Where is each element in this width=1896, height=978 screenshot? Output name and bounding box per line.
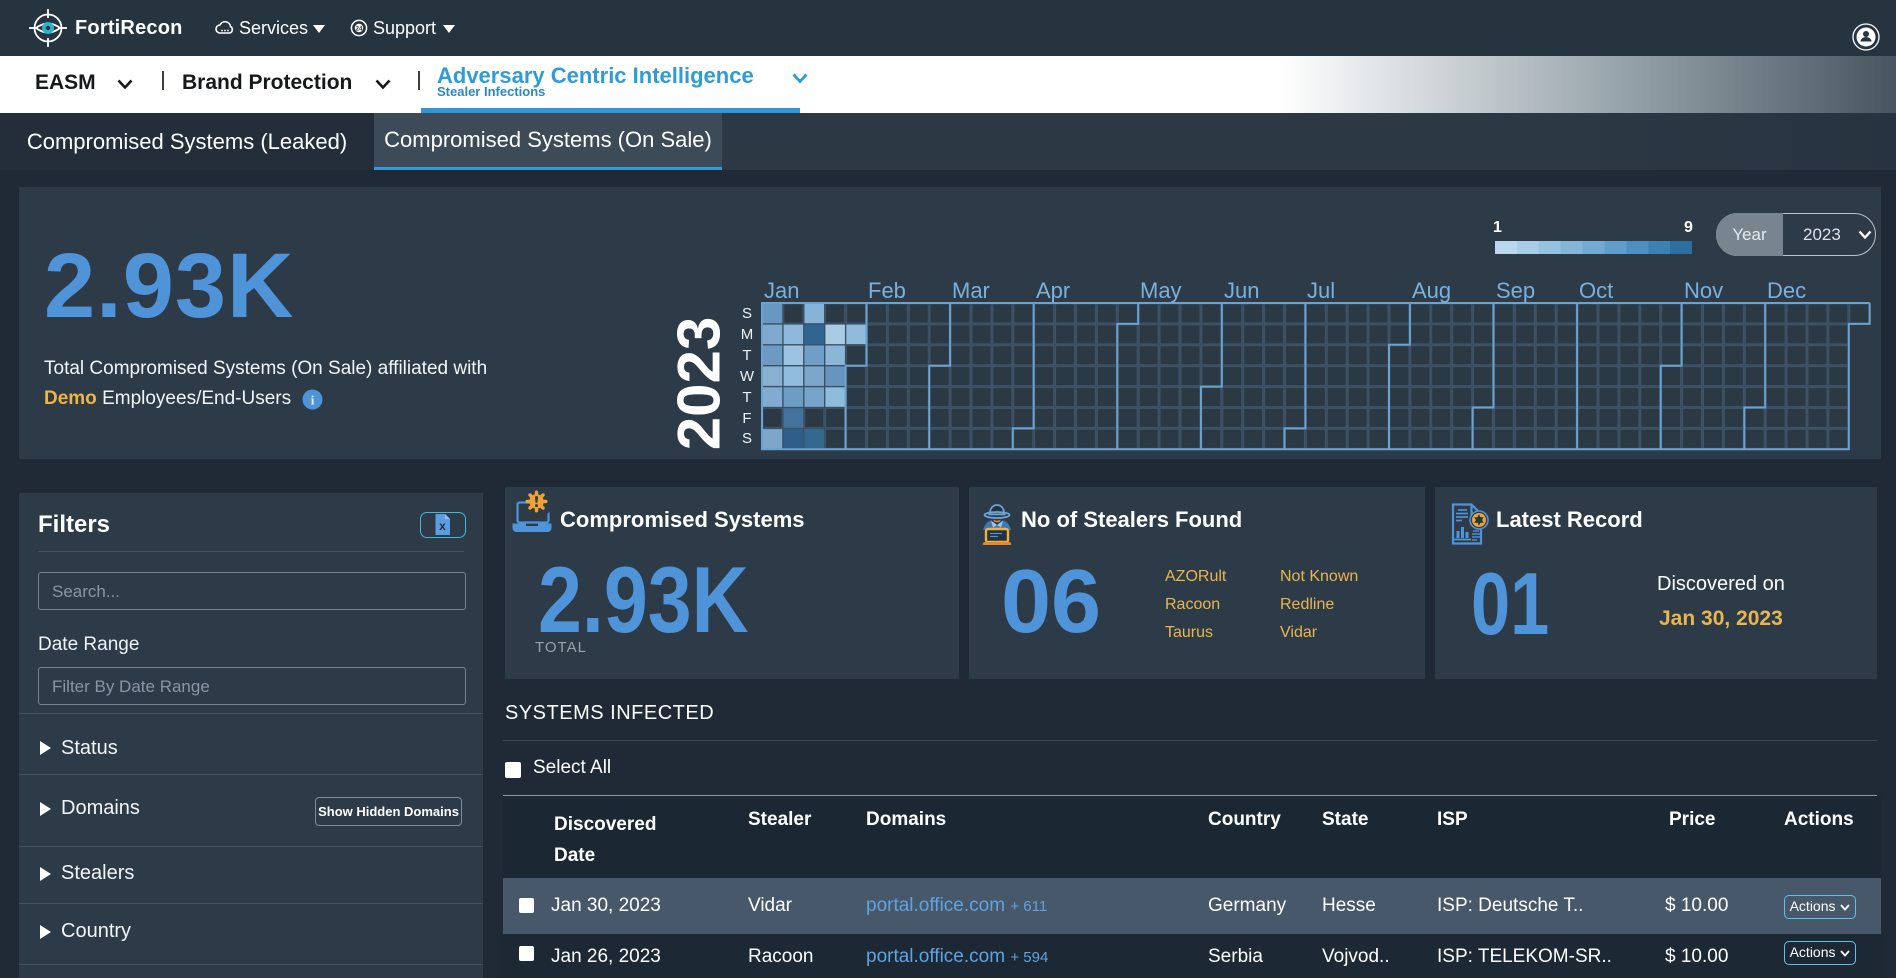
svg-text:24: 24 [356, 26, 363, 32]
svg-text:x: x [439, 519, 446, 533]
svg-text:i: i [311, 393, 315, 408]
